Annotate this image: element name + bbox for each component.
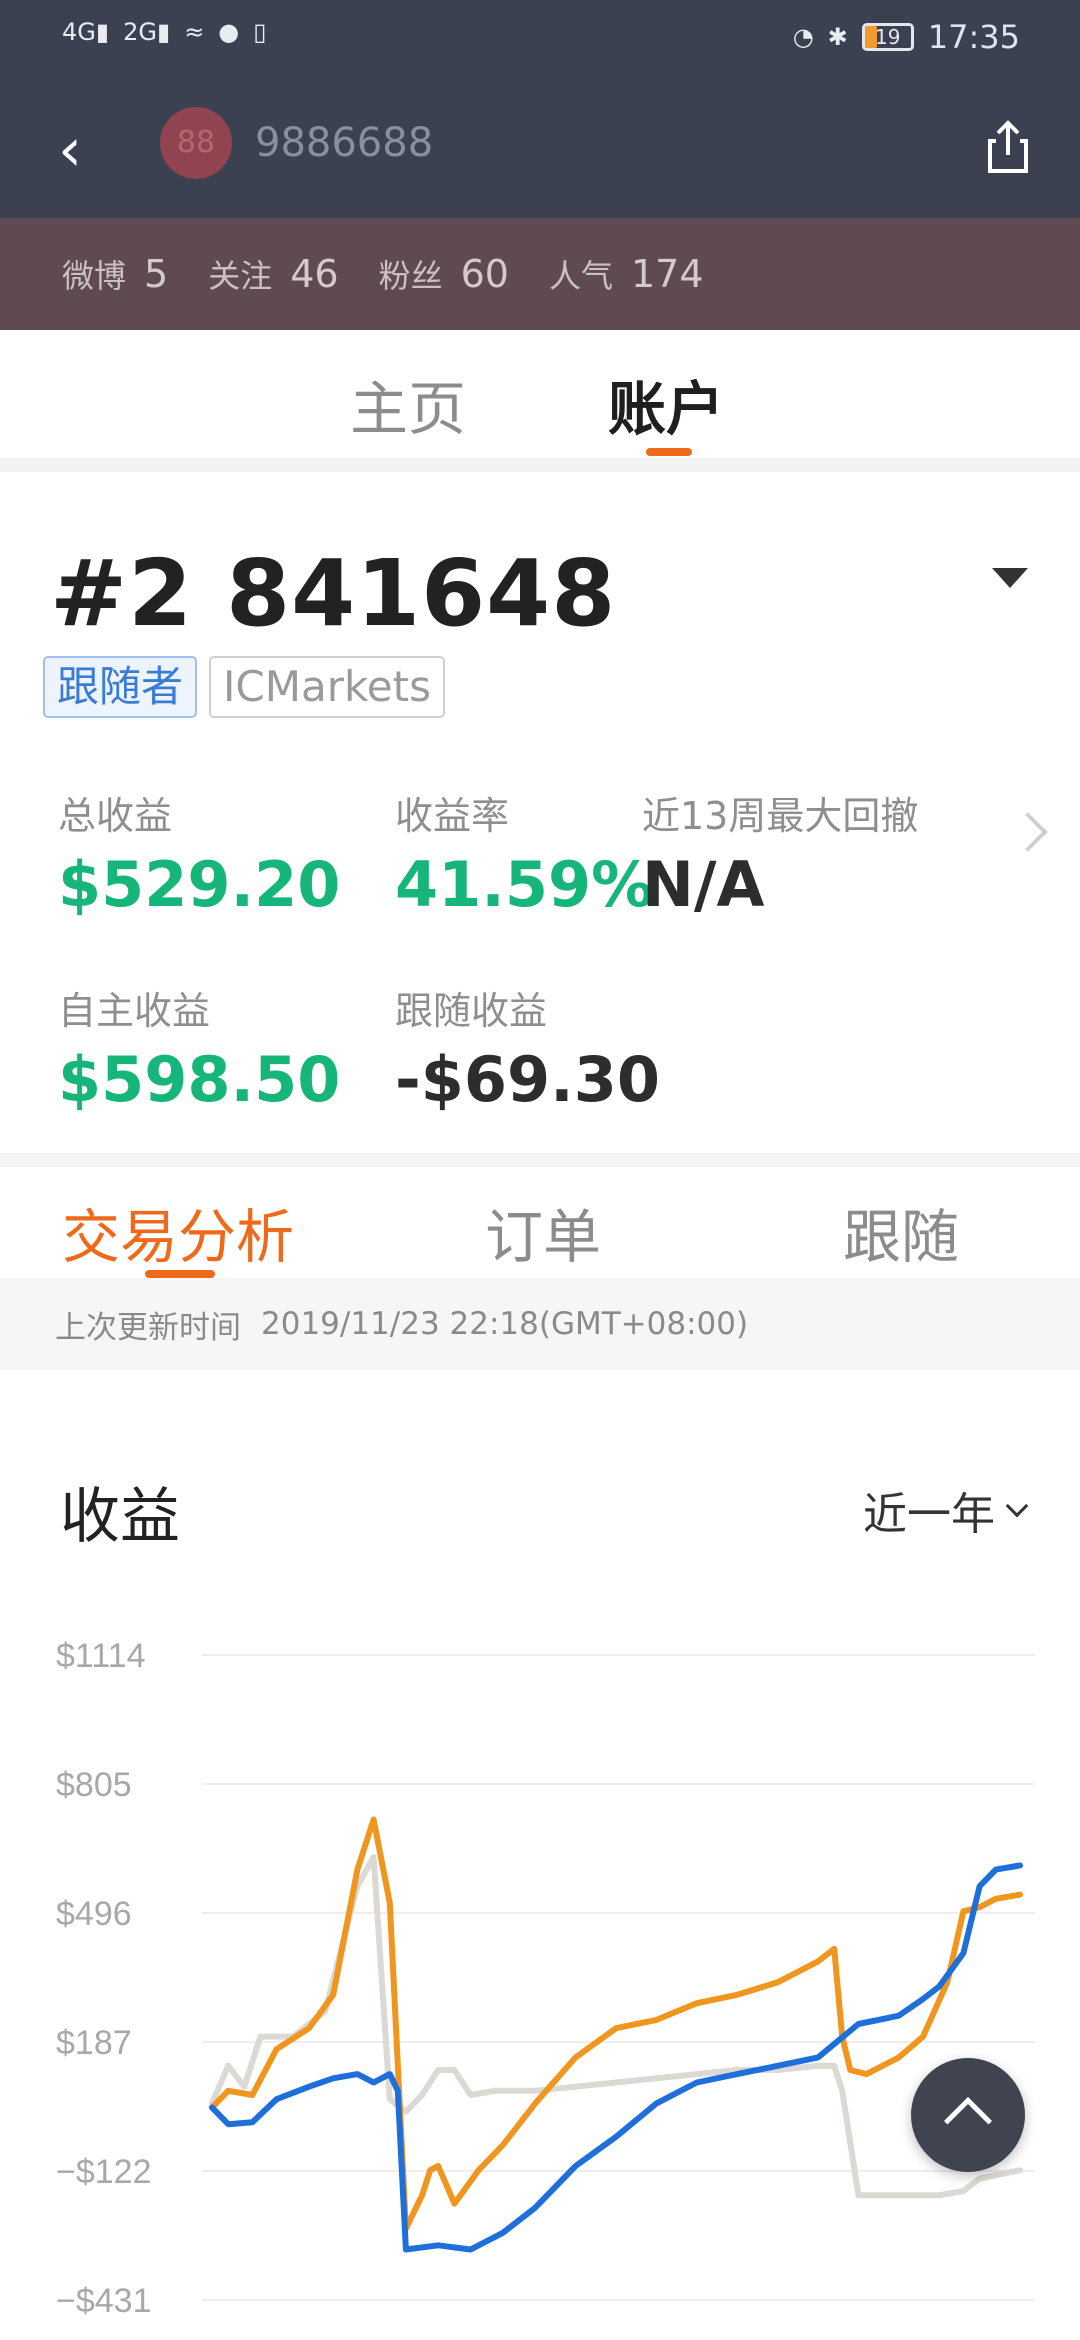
chevron-right-icon[interactable] — [1008, 812, 1048, 852]
y-tick-label: −$122 — [56, 2153, 152, 2191]
wifi-icon: ≈ — [184, 18, 205, 46]
profile-header: 4G ▮ 2G ▮ ≈ ● ▯ ◔ ✱ 19 17:35 ‹ 88 9886688 … — [0, 0, 1080, 330]
divider — [0, 458, 1080, 472]
series-line-orange — [209, 1816, 1023, 2232]
avatar[interactable]: 88 — [160, 107, 232, 179]
tab-indicator — [646, 448, 692, 456]
chevron-down-icon — [1005, 1494, 1029, 1518]
chart-title: 收益 — [60, 1482, 180, 1552]
signal-icon: 2G ▮ — [123, 18, 171, 46]
y-tick-label: $496 — [56, 1895, 132, 1933]
stat-following[interactable]: 关注 46 — [208, 251, 338, 297]
account-dropdown-icon[interactable] — [992, 568, 1028, 588]
last-update-bar: 上次更新时间 2019/11/23 22:18(GMT+08:00) — [0, 1278, 1080, 1370]
back-icon[interactable]: ‹ — [38, 118, 102, 182]
range-selector[interactable]: 近一年 — [863, 1478, 1029, 1542]
hd-icon: ◔ — [792, 23, 814, 51]
share-icon[interactable] — [976, 115, 1040, 179]
y-tick-label: $187 — [56, 2024, 132, 2062]
tab-trade-analysis[interactable]: 交易分析 — [62, 1190, 294, 1274]
metric-max-drawdown: 近13周最大回撤 N/A — [642, 794, 919, 921]
metric-total-profit: 总收益 $529.20 — [58, 794, 341, 921]
chevron-up-icon — [943, 2096, 993, 2146]
subtab-indicator — [145, 1270, 215, 1278]
tab-home[interactable]: 主页 — [350, 362, 466, 446]
status-bar: 4G ▮ 2G ▮ ≈ ● ▯ ◔ ✱ 19 17:35 — [0, 0, 1080, 75]
follower-tag: 跟随者 — [43, 656, 198, 718]
battery-icon: 19 — [861, 23, 914, 51]
clock: 17:35 — [927, 18, 1020, 56]
wechat-icon: ● — [218, 18, 240, 46]
divider — [0, 1153, 1080, 1167]
stat-popularity: 人气 174 — [548, 252, 704, 296]
metric-follow-profit: 跟随收益 -$69.30 — [395, 989, 660, 1116]
profit-chart: $1114$805$496$187−$122−$431 19/08/2619/1… — [56, 1637, 1035, 2320]
scroll-top-button[interactable] — [911, 2058, 1025, 2172]
bluetooth-icon: ✱ — [827, 23, 848, 51]
account-id: #2 841648 — [50, 540, 617, 647]
stat-weibo[interactable]: 微博 5 — [62, 251, 168, 297]
metric-self-profit: 自主收益 $598.50 — [58, 989, 341, 1116]
y-tick-label: $805 — [56, 1766, 132, 1804]
tab-follow[interactable]: 跟随 — [843, 1190, 959, 1274]
sim-icon: ▯ — [253, 18, 267, 46]
stat-fans[interactable]: 粉丝 60 — [379, 251, 509, 297]
last-update-label: 上次更新时间 — [55, 1309, 241, 1346]
profile-stats: 微博 5 关注 46 粉丝 60 人气 174 — [0, 218, 1080, 330]
username: 9886688 — [255, 120, 434, 166]
metric-return-rate: 收益率 41.59% — [395, 794, 654, 921]
last-update-value: 2019/11/23 22:18(GMT+08:00) — [261, 1306, 749, 1342]
main-tabs: 主页 账户 — [0, 330, 1080, 458]
y-tick-label: −$431 — [56, 2282, 152, 2320]
tab-orders[interactable]: 订单 — [485, 1190, 601, 1274]
broker-tag: ICMarkets — [209, 656, 445, 718]
tab-account[interactable]: 账户 — [608, 362, 724, 446]
y-tick-label: $1114 — [56, 1637, 146, 1675]
signal-icon: 4G ▮ — [62, 18, 110, 46]
